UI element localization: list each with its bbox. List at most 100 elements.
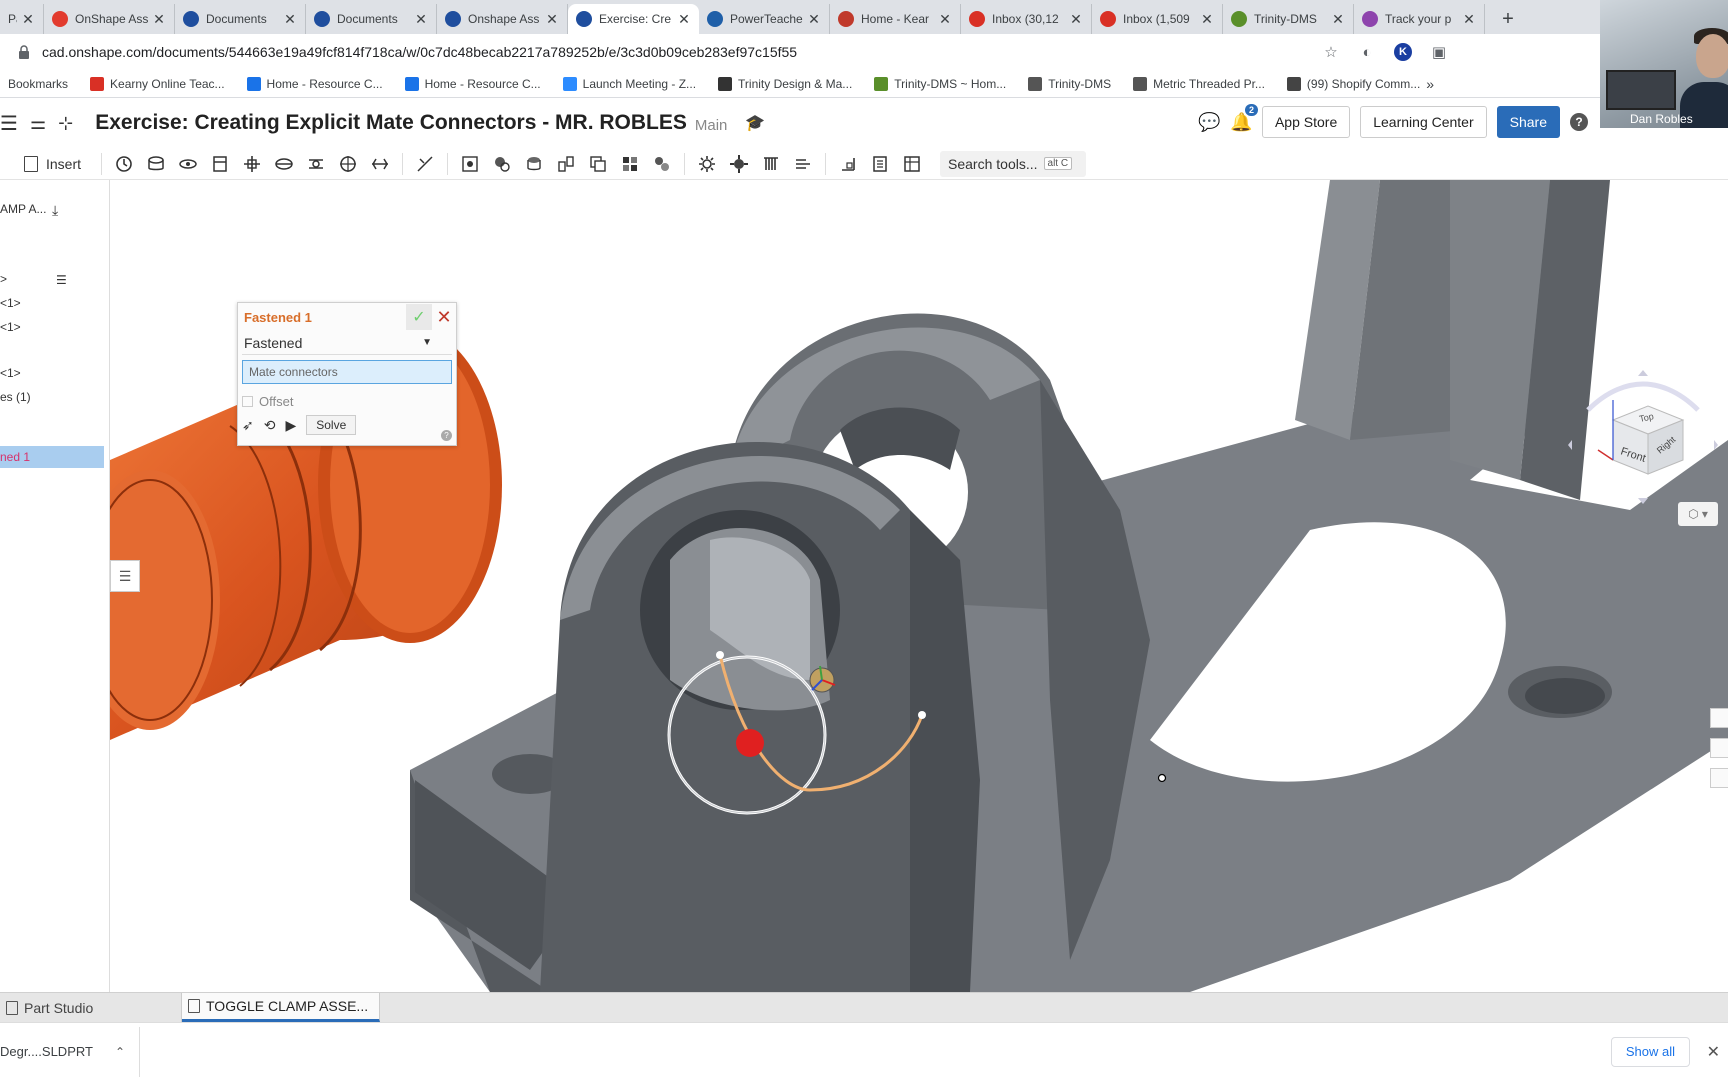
- close-tab-icon[interactable]: ✕: [21, 11, 35, 28]
- pin-slot-mate-icon[interactable]: [305, 153, 327, 175]
- configuration-panel-icon[interactable]: [1710, 768, 1728, 788]
- planar-mate-icon[interactable]: [241, 153, 263, 175]
- bookmark-item[interactable]: Trinity Design & Ma...: [718, 76, 852, 91]
- extension-icon[interactable]: ◐: [1358, 43, 1376, 61]
- section-view-icon[interactable]: [837, 153, 859, 175]
- feature-list-item[interactable]: <1>: [0, 296, 21, 310]
- feature-list-item[interactable]: <1>: [0, 366, 21, 380]
- close-tab-icon[interactable]: ✕: [414, 11, 428, 28]
- selected-feature-row[interactable]: ned 1: [0, 446, 104, 468]
- help-icon[interactable]: ?: [1570, 113, 1588, 131]
- search-tools-input[interactable]: Search tools... alt C: [940, 150, 1087, 177]
- insert-button[interactable]: Insert: [24, 155, 81, 172]
- ball-mate-icon[interactable]: [337, 153, 359, 175]
- browser-tab[interactable]: OnShape Ass ✕: [44, 4, 175, 34]
- mate-connector-point[interactable]: [736, 729, 764, 757]
- notifications-icon[interactable]: 🔔 2: [1230, 103, 1258, 133]
- bookmark-item[interactable]: Launch Meeting - Z...: [562, 76, 696, 91]
- flip-primary-axis-icon[interactable]: ➶: [242, 417, 254, 434]
- slider-mate-icon[interactable]: [209, 153, 231, 175]
- browser-tab[interactable]: Home - Kear ✕: [830, 4, 961, 34]
- feature-list-toggle-icon[interactable]: ☰: [110, 560, 140, 592]
- mate-connectors-field[interactable]: Mate connectors: [242, 360, 452, 384]
- measure-icon[interactable]: [760, 153, 782, 175]
- replicate-icon[interactable]: [696, 153, 718, 175]
- close-tab-icon[interactable]: ✕: [152, 11, 166, 28]
- mate-connector-icon[interactable]: [459, 153, 481, 175]
- front-bracket-ear[interactable]: [540, 442, 980, 992]
- graduation-cap-icon[interactable]: 🎓: [745, 113, 765, 133]
- close-tab-icon[interactable]: ✕: [677, 11, 691, 28]
- browser-tab[interactable]: Onshape Ass ✕: [437, 4, 568, 34]
- fastened-mate-icon[interactable]: [145, 153, 167, 175]
- solve-button[interactable]: Solve: [306, 415, 357, 435]
- browser-tab[interactable]: PowerTeache ✕: [699, 4, 830, 34]
- accept-check-icon[interactable]: ✓: [406, 304, 432, 330]
- download-item[interactable]: Degr....SLDPRT ⌃: [0, 1026, 140, 1077]
- bookmark-item[interactable]: Metric Threaded Pr...: [1133, 76, 1265, 91]
- tab-assembly[interactable]: TOGGLE CLAMP ASSE...: [182, 993, 380, 1022]
- insert-part-icon[interactable]: ⊹: [58, 113, 73, 134]
- revolute-mate-icon[interactable]: [177, 153, 199, 175]
- browser-tab[interactable]: Documents ✕: [175, 4, 306, 34]
- bom-icon[interactable]: [901, 153, 923, 175]
- explode-icon[interactable]: [792, 153, 814, 175]
- offset-checkbox[interactable]: [242, 396, 253, 407]
- bookmark-item[interactable]: (99) Shopify Comm...: [1286, 76, 1420, 91]
- comments-icon[interactable]: 💬: [1198, 112, 1220, 133]
- cancel-x-icon[interactable]: ✕: [432, 304, 456, 330]
- bookmark-item[interactable]: Trinity-DMS: [1028, 76, 1111, 91]
- view-options-dropdown[interactable]: ⬡ ▾: [1678, 502, 1718, 526]
- feature-list-icon[interactable]: ⚌: [30, 113, 46, 134]
- bookmark-item[interactable]: Home - Resource C...: [404, 76, 541, 91]
- mate-type-select[interactable]: Fastened ▼: [242, 331, 452, 355]
- close-download-shelf-icon[interactable]: ✕: [1707, 1042, 1720, 1062]
- animate-play-icon[interactable]: ▶: [285, 417, 296, 434]
- bom-panel-icon[interactable]: [1710, 738, 1728, 758]
- bookmark-item[interactable]: Trinity-DMS ~ Hom...: [874, 76, 1006, 91]
- browser-tab[interactable]: Exercise: Cre ✕: [568, 4, 699, 34]
- dialog-help-icon[interactable]: ?: [441, 430, 452, 441]
- show-all-downloads-button[interactable]: Show all: [1610, 1036, 1690, 1067]
- app-store-button[interactable]: App Store: [1261, 106, 1351, 138]
- browser-tab[interactable]: Trinity-DMS ✕: [1223, 4, 1354, 34]
- reorient-secondary-axis-icon[interactable]: ⟲: [264, 417, 276, 434]
- close-tab-icon[interactable]: ✕: [1462, 11, 1476, 28]
- browser-tab[interactable]: Inbox (1,509 ✕: [1092, 4, 1223, 34]
- pattern-icon[interactable]: [728, 153, 750, 175]
- close-tab-icon[interactable]: ✕: [938, 11, 952, 28]
- feature-list-item[interactable]: es (1): [0, 390, 31, 404]
- linear-relation-icon[interactable]: [651, 153, 673, 175]
- chevron-up-icon[interactable]: ⌃: [115, 1045, 125, 1059]
- named-views-icon[interactable]: [869, 153, 891, 175]
- browser-tab[interactable]: Track your p ✕: [1354, 4, 1485, 34]
- browser-tab[interactable]: Documents ✕: [306, 4, 437, 34]
- close-tab-icon[interactable]: ✕: [283, 11, 297, 28]
- menu-icon[interactable]: ☰: [0, 111, 18, 136]
- star-icon[interactable]: ☆: [1322, 43, 1340, 61]
- pocket-icon[interactable]: ▣: [1430, 43, 1448, 61]
- relation-icon[interactable]: [523, 153, 545, 175]
- parallel-mate-icon[interactable]: [369, 153, 391, 175]
- feature-list-item[interactable]: <1>: [0, 320, 21, 334]
- profile-k-icon[interactable]: K: [1394, 43, 1412, 61]
- tangent-mate-icon[interactable]: [414, 153, 436, 175]
- appearance-panel-icon[interactable]: [1710, 708, 1728, 728]
- browser-tab[interactable]: Inbox (30,12 ✕: [961, 4, 1092, 34]
- gear-relation-icon[interactable]: [555, 153, 577, 175]
- url-input[interactable]: cad.onshape.com/documents/544663e19a49fc…: [42, 44, 1322, 60]
- feature-list-item[interactable]: AMP A...: [0, 202, 46, 216]
- browser-tab[interactable]: Par ✕: [0, 4, 44, 34]
- rack-pinion-icon[interactable]: [587, 153, 609, 175]
- tab-part-studio[interactable]: Part Studio: [0, 993, 182, 1022]
- mates-list-icon[interactable]: ☰: [56, 273, 67, 287]
- history-icon[interactable]: [113, 153, 135, 175]
- close-tab-icon[interactable]: ✕: [545, 11, 559, 28]
- bookmark-item[interactable]: Kearny Online Teac...: [90, 76, 225, 91]
- learning-center-button[interactable]: Learning Center: [1360, 106, 1487, 138]
- new-tab-icon[interactable]: +: [1493, 4, 1523, 34]
- share-button[interactable]: Share: [1496, 106, 1560, 138]
- screw-relation-icon[interactable]: [619, 153, 641, 175]
- bookmark-item[interactable]: Home - Resource C...: [246, 76, 383, 91]
- download-icon[interactable]: ⤓: [52, 202, 58, 219]
